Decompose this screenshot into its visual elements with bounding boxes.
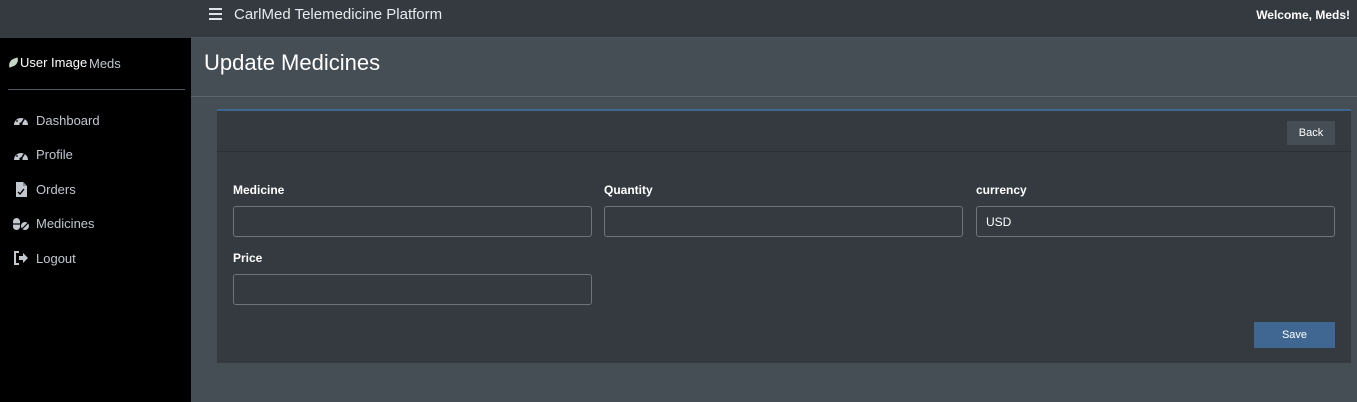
medicine-label: Medicine — [233, 183, 285, 197]
price-label: Price — [233, 251, 263, 265]
user-image: User Image — [7, 55, 88, 70]
save-button[interactable]: Save — [1254, 322, 1335, 348]
pills-icon — [12, 216, 30, 232]
sidebar-item-label: Orders — [36, 181, 76, 197]
back-button[interactable]: Back — [1287, 121, 1335, 145]
speedometer-icon — [12, 112, 30, 128]
brand-area — [0, 0, 191, 38]
currency-label: currency — [976, 183, 1027, 197]
sidebar-item-dashboard[interactable]: Dashboard — [0, 103, 191, 138]
sidebar-item-label: Profile — [36, 147, 73, 163]
top-navbar: CarlMed Telemedicine Platform Welcome, M… — [191, 0, 1357, 38]
quantity-input[interactable] — [604, 206, 963, 237]
sidebar-item-medicines[interactable]: Medicines — [0, 207, 191, 242]
quantity-label: Quantity — [604, 183, 653, 197]
currency-input[interactable] — [976, 206, 1335, 237]
app-title: CarlMed Telemedicine Platform — [234, 6, 443, 23]
card-header: Back — [217, 111, 1351, 152]
sidebar-item-label: Dashboard — [36, 112, 100, 128]
speedometer-icon — [12, 147, 30, 163]
sidebar-nav: Dashboard Profile Orders Medicines Logou… — [0, 103, 191, 276]
sidebar-item-profile[interactable]: Profile — [0, 138, 191, 173]
broken-image-icon — [7, 57, 20, 68]
price-input[interactable] — [233, 274, 592, 305]
sidebar-item-label: Medicines — [36, 216, 95, 232]
document-icon — [12, 181, 30, 197]
user-image-alt-text: User Image — [20, 55, 88, 70]
user-name[interactable]: Meds — [89, 56, 121, 71]
sidebar: User Image Meds Dashboard Profile Orders… — [0, 0, 191, 402]
sidebar-item-label: Logout — [36, 250, 76, 266]
sidebar-item-logout[interactable]: Logout — [0, 241, 191, 276]
user-panel: User Image Meds — [7, 53, 185, 90]
medicine-input[interactable] — [233, 206, 592, 237]
page-divider — [191, 96, 1357, 97]
page-title: Update Medicines — [204, 50, 381, 75]
sign-out-icon — [12, 250, 30, 266]
sidebar-item-orders[interactable]: Orders — [0, 172, 191, 207]
hamburger-icon[interactable] — [209, 8, 222, 20]
update-medicine-card: Back Medicine Quantity currency Price Sa… — [217, 109, 1351, 363]
welcome-message: Welcome, Meds! — [1256, 8, 1350, 22]
